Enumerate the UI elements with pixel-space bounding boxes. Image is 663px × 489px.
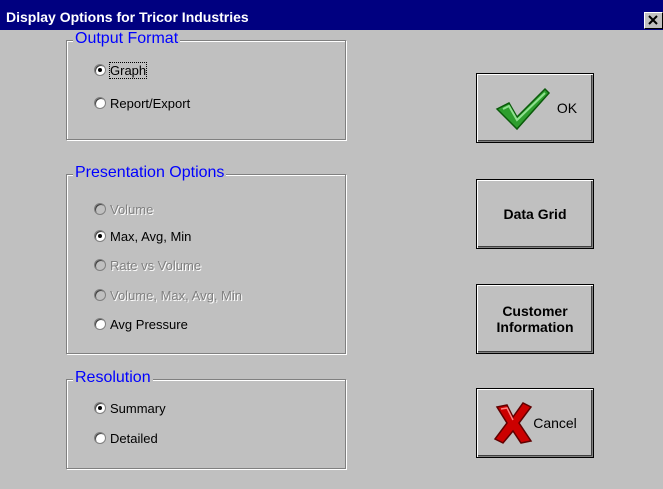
radio-detailed[interactable]: Detailed <box>94 429 158 447</box>
customer-information-label-line2: Information <box>496 319 574 335</box>
radio-max-avg-min-indicator[interactable] <box>94 230 106 242</box>
title-bar: Display Options for Tricor Industries <box>0 0 663 30</box>
close-icon <box>648 15 658 25</box>
radio-graph[interactable]: Graph <box>94 61 148 79</box>
radio-summary-indicator[interactable] <box>94 402 106 414</box>
radio-graph-label: Graph <box>108 61 148 79</box>
ok-button[interactable]: OK <box>476 73 594 143</box>
radio-report-export-indicator[interactable] <box>94 97 106 109</box>
checkmark-icon <box>495 87 550 131</box>
dialog-client-area: Output Format Graph Report/Export Presen… <box>0 30 663 489</box>
radio-report-export-label: Report/Export <box>110 95 191 111</box>
close-button[interactable] <box>644 12 663 29</box>
radio-volume-max-avg-min: Volume, Max, Avg, Min <box>94 286 242 304</box>
ok-button-label: OK <box>556 100 578 116</box>
radio-volume-indicator <box>94 203 106 215</box>
presentation-options-title: Presentation Options <box>73 164 227 182</box>
data-grid-button[interactable]: Data Grid <box>476 179 594 249</box>
customer-information-label-line1: Customer <box>502 303 568 319</box>
resolution-group: Resolution Summary Detailed <box>66 369 346 469</box>
radio-volume-label: Volume <box>110 201 154 217</box>
presentation-options-group: Presentation Options Volume Max, Avg, Mi… <box>66 164 346 354</box>
window-title: Display Options for Tricor Industries <box>6 9 249 25</box>
radio-graph-indicator[interactable] <box>94 64 106 76</box>
radio-rate-vs-volume: Rate vs Volume <box>94 256 201 274</box>
radio-report-export[interactable]: Report/Export <box>94 94 190 112</box>
cancel-button-label: Cancel <box>533 415 577 431</box>
radio-volume-max-avg-min-label: Volume, Max, Avg, Min <box>110 287 242 303</box>
radio-avg-pressure[interactable]: Avg Pressure <box>94 315 188 333</box>
radio-avg-pressure-label: Avg Pressure <box>110 316 188 332</box>
resolution-title: Resolution <box>73 369 153 387</box>
radio-max-avg-min-label: Max, Avg, Min <box>110 228 192 244</box>
radio-rate-vs-volume-indicator <box>94 259 106 271</box>
radio-rate-vs-volume-label: Rate vs Volume <box>110 257 202 273</box>
x-cross-icon <box>494 402 533 444</box>
customer-information-button[interactable]: Customer Information <box>476 284 594 354</box>
output-format-title: Output Format <box>73 30 181 48</box>
cancel-button[interactable]: Cancel <box>476 388 594 458</box>
radio-summary-label: Summary <box>110 400 166 416</box>
radio-avg-pressure-indicator[interactable] <box>94 318 106 330</box>
radio-detailed-label: Detailed <box>110 430 158 446</box>
output-format-group: Output Format Graph Report/Export <box>66 30 346 140</box>
radio-max-avg-min[interactable]: Max, Avg, Min <box>94 227 191 245</box>
radio-detailed-indicator[interactable] <box>94 432 106 444</box>
radio-volume-max-avg-min-indicator <box>94 289 106 301</box>
radio-volume: Volume <box>94 200 153 218</box>
radio-summary[interactable]: Summary <box>94 399 166 417</box>
data-grid-button-label: Data Grid <box>503 206 567 222</box>
